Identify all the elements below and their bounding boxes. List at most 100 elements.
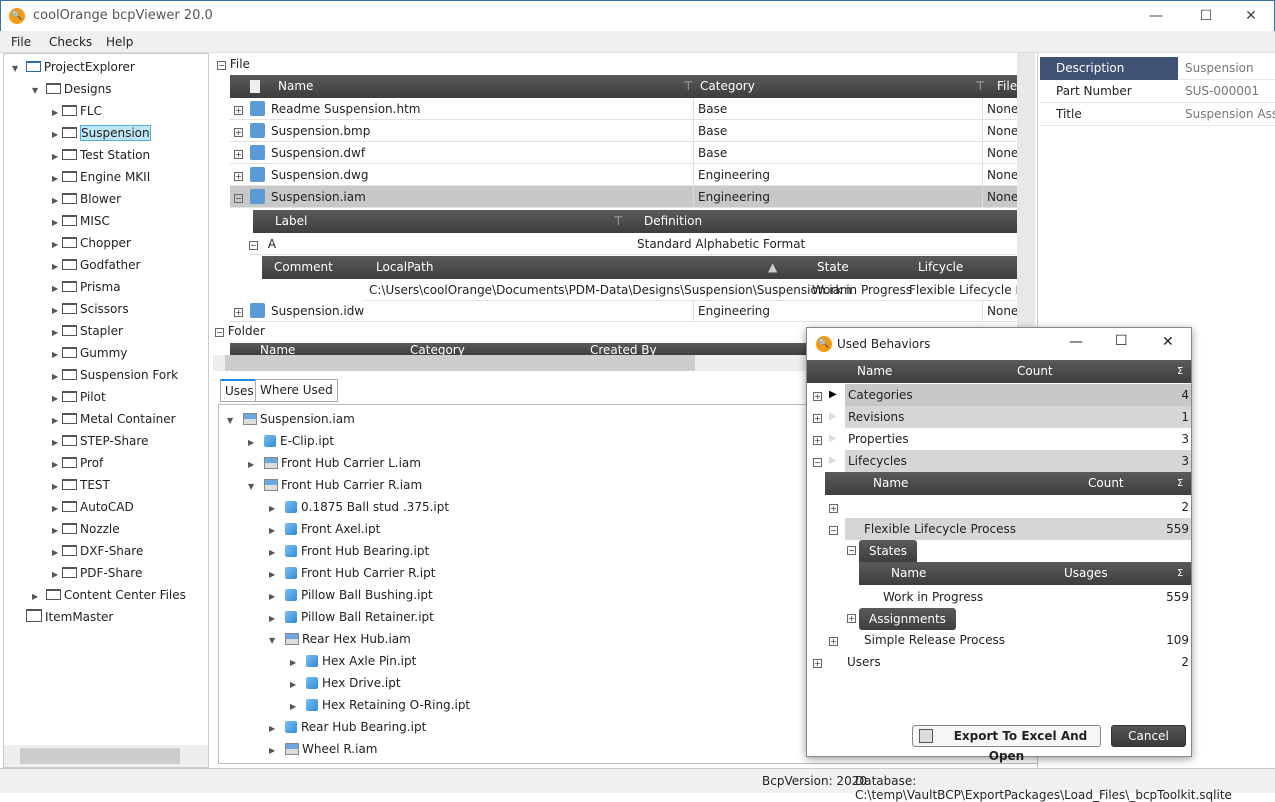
tree-folder[interactable]: ▶ Gummy xyxy=(52,342,127,364)
uses-tree-item[interactable]: ▶ Front Hub Carrier R.ipt xyxy=(269,562,435,584)
states-tab[interactable]: States xyxy=(859,540,918,562)
collapsed-icon[interactable]: ▶ xyxy=(52,366,62,388)
tree-folder[interactable]: ▶ Nozzle xyxy=(52,518,120,540)
tree-folder[interactable]: ▶ Pilot xyxy=(52,386,106,408)
collapsed-icon[interactable]: ▶ xyxy=(290,674,300,696)
lifecycle-row[interactable]: + Simple Release Process 109 xyxy=(825,629,1191,651)
collapsed-icon[interactable]: ▶ xyxy=(52,454,62,476)
export-excel-button[interactable]: Export To Excel And Open xyxy=(912,725,1101,763)
collapsed-icon[interactable]: ▶ xyxy=(269,608,279,630)
column-count[interactable]: Count xyxy=(1017,360,1053,383)
expand-icon[interactable]: + xyxy=(829,637,838,646)
collapsed-icon[interactable]: ▶ xyxy=(248,454,258,476)
expand-icon[interactable]: + xyxy=(847,614,856,623)
uses-tree-item[interactable]: ▶ Rear Hub Bearing.ipt xyxy=(269,716,426,738)
tree-folder[interactable]: ▶ PDF-Share xyxy=(52,562,142,584)
scroll-thumb[interactable] xyxy=(225,355,695,371)
uses-tree-item[interactable]: ▶ Hex Axle Pin.ipt xyxy=(290,650,416,672)
column-category[interactable]: Category xyxy=(700,75,755,98)
column-definition[interactable]: Definition xyxy=(644,210,702,233)
tree-designs[interactable]: ▼ Designs xyxy=(32,78,112,100)
uses-tree-item[interactable]: ▼ Rear Hex Hub.iam xyxy=(269,628,411,650)
collapsed-icon[interactable]: ▶ xyxy=(52,344,62,366)
minimize-button[interactable]: — xyxy=(1136,5,1176,27)
tree-folder[interactable]: ▶ Prof xyxy=(52,452,103,474)
collapsed-icon[interactable]: ▶ xyxy=(290,652,300,674)
collapsed-icon[interactable]: ▶ xyxy=(32,586,42,608)
tree-folder[interactable]: ▶ Prisma xyxy=(52,276,121,298)
tree-root[interactable]: ▼ ProjectExplorer xyxy=(12,56,135,78)
menu-checks[interactable]: Checks xyxy=(49,35,92,49)
collapsed-icon[interactable]: ▶ xyxy=(52,190,62,212)
sidebar-scroll-thumb[interactable] xyxy=(20,748,180,764)
column-state[interactable]: State xyxy=(817,256,849,279)
tree-folder[interactable]: ▶ Test Station xyxy=(52,144,150,166)
collapsed-icon[interactable]: ▶ xyxy=(269,542,279,564)
uses-tree-item[interactable]: ▶ Pillow Ball Bushing.ipt xyxy=(269,584,433,606)
uses-tree-item[interactable]: ▼ Front Hub Carrier R.iam xyxy=(248,474,422,496)
collapse-icon[interactable]: − xyxy=(215,328,224,337)
uses-tree-item[interactable]: ▼ Suspension.iam xyxy=(227,408,355,430)
tree-folder[interactable]: ▶ TEST xyxy=(52,474,110,496)
sum-icon[interactable]: Σ xyxy=(1177,360,1183,383)
collapsed-icon[interactable]: ▶ xyxy=(52,498,62,520)
collapsed-icon[interactable]: ▶ xyxy=(52,388,62,410)
expand-icon[interactable]: + xyxy=(813,414,822,423)
uses-tree-item[interactable]: ▶ Pillow Ball Retainer.ipt xyxy=(269,606,434,628)
file-section[interactable]: − File xyxy=(217,57,250,71)
collapsed-icon[interactable]: ▶ xyxy=(52,212,62,234)
tree-folder[interactable]: ▶ MISC xyxy=(52,210,110,232)
file-row[interactable]: + Readme Suspension.htm Base None xyxy=(230,98,1017,120)
collapsed-icon[interactable]: ▶ xyxy=(52,124,62,146)
expand-icon[interactable]: + xyxy=(234,128,243,137)
file-row[interactable]: + Suspension.dwg Engineering None xyxy=(230,164,1017,186)
state-row[interactable]: Work in Progress 559 xyxy=(859,586,1191,608)
collapsed-icon[interactable]: ▶ xyxy=(290,696,300,718)
expand-icon[interactable]: + xyxy=(234,150,243,159)
close-button[interactable]: ✕ xyxy=(1231,5,1271,27)
column-name[interactable]: Name xyxy=(260,343,295,355)
collapsed-icon[interactable]: ▶ xyxy=(52,322,62,344)
tree-folder[interactable]: ▶ DXF-Share xyxy=(52,540,143,562)
folder-section[interactable]: − Folder xyxy=(215,324,265,338)
dialog-minimize-button[interactable]: — xyxy=(1069,334,1083,350)
filter-icon[interactable]: ⊤ xyxy=(683,75,693,98)
sum-icon[interactable]: Σ xyxy=(1177,472,1183,495)
collapsed-icon[interactable]: ▶ xyxy=(52,520,62,542)
collapse-icon[interactable]: − xyxy=(847,546,856,555)
collapsed-icon[interactable]: ▶ xyxy=(52,256,62,278)
sort-asc-icon[interactable]: ▲ xyxy=(768,256,777,279)
tree-folder[interactable]: ▶ Suspension xyxy=(52,122,151,144)
uses-tree-item[interactable]: ▶ Front Hub Carrier L.iam xyxy=(248,452,421,474)
collapsed-icon[interactable]: ▶ xyxy=(269,498,279,520)
menu-file[interactable]: File xyxy=(11,35,31,49)
collapsed-icon[interactable]: ▶ xyxy=(52,564,62,586)
tree-folder[interactable]: ▶ Engine MKII xyxy=(52,166,150,188)
expand-icon[interactable]: + xyxy=(813,659,822,668)
column-name[interactable]: Name xyxy=(873,472,908,495)
tree-folder[interactable]: ▶ Metal Container xyxy=(52,408,176,430)
assignments-tab[interactable]: Assignments xyxy=(859,608,956,630)
column-name[interactable]: Name xyxy=(278,75,313,98)
menu-help[interactable]: Help xyxy=(106,35,133,49)
behavior-row[interactable]: + ▶ Revisions 1 xyxy=(807,406,1191,428)
maximize-button[interactable]: ☐ xyxy=(1186,5,1226,27)
version-row[interactable]: C:\Users\coolOrange\Documents\PDM-Data\D… xyxy=(363,279,1017,301)
uses-tree-item[interactable]: ▶ E-Clip.ipt xyxy=(248,430,334,452)
file-row[interactable]: − Suspension.iam Engineering None xyxy=(230,186,1017,208)
tree-folder[interactable]: ▶ Scissors xyxy=(52,298,129,320)
collapsed-icon[interactable]: ▶ xyxy=(269,586,279,608)
file-row[interactable]: + Suspension.bmp Base None xyxy=(230,120,1017,142)
expanded-icon[interactable]: ▼ xyxy=(248,476,258,498)
expand-icon[interactable]: + xyxy=(234,308,243,317)
property-row[interactable]: Description Suspension xyxy=(1040,57,1275,80)
tab-uses[interactable]: Uses xyxy=(220,379,259,402)
collapsed-icon[interactable]: ▶ xyxy=(52,146,62,168)
uses-tree-item[interactable]: ▶ Front Axel.ipt xyxy=(269,518,380,540)
lifecycle-row[interactable]: + 2 xyxy=(825,496,1191,518)
filter-icon[interactable]: ⊤ xyxy=(975,75,985,98)
tree-folder[interactable]: ▶ Suspension Fork xyxy=(52,364,178,386)
expand-icon[interactable]: + xyxy=(813,436,822,445)
collapsed-icon[interactable]: ▶ xyxy=(52,432,62,454)
column-count[interactable]: Count xyxy=(1088,472,1124,495)
